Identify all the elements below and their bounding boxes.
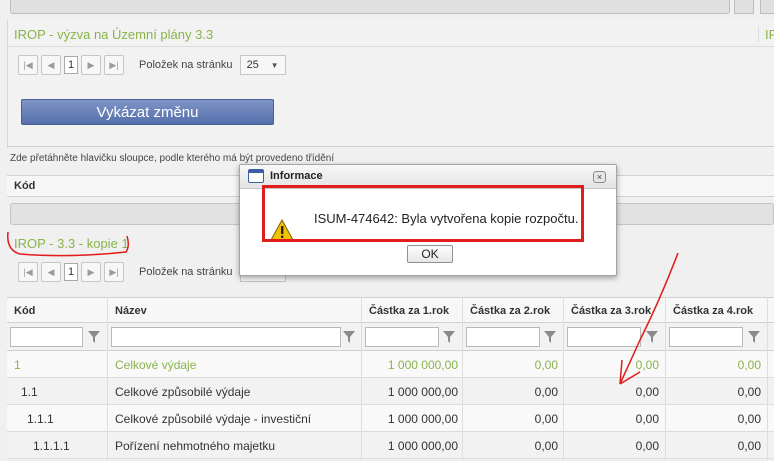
filter-funnel-icon[interactable] bbox=[747, 329, 761, 345]
last-page-button[interactable]: ▶| bbox=[104, 55, 124, 75]
col-header-rok3[interactable]: Částka za 3.rok bbox=[571, 305, 651, 317]
page-number[interactable]: 1 bbox=[64, 263, 78, 281]
cell-rok1: 1 000 000,00 bbox=[387, 439, 458, 453]
per-page-label: Položek na stránku bbox=[139, 59, 233, 71]
column-divider bbox=[361, 297, 362, 461]
cell-nazev: Celkové výdaje bbox=[115, 358, 197, 372]
prev-page-button[interactable]: ◀ bbox=[41, 262, 61, 282]
filter-funnel-icon[interactable] bbox=[442, 329, 456, 345]
column-divider bbox=[665, 297, 666, 461]
table-row[interactable]: 1.1.1 Celkové způsobilé výdaje - investi… bbox=[7, 405, 774, 432]
cell-kod: 1.1.1.1 bbox=[33, 439, 70, 453]
cell-rok2: 0,00 bbox=[534, 385, 558, 399]
cell-rok4: 0,00 bbox=[737, 439, 761, 453]
col-header-rok4[interactable]: Částka za 4.rok bbox=[673, 305, 753, 317]
per-page-value: 25 bbox=[246, 59, 259, 71]
filter-input-rok4[interactable] bbox=[669, 327, 743, 347]
cell-nazev: Pořízení nehmotného majetku bbox=[115, 439, 276, 453]
cell-nazev: Celkové způsobilé výdaje - investiční bbox=[115, 412, 312, 426]
close-icon[interactable]: × bbox=[593, 171, 606, 183]
section1-title-right: IF bbox=[758, 27, 774, 42]
filter-input-rok1[interactable] bbox=[365, 327, 439, 347]
filter-input-nazev[interactable] bbox=[111, 327, 341, 347]
filter-funnel-icon[interactable] bbox=[543, 329, 557, 345]
col-header-rok1[interactable]: Částka za 1.rok bbox=[369, 305, 449, 317]
next-page-button[interactable]: ▶ bbox=[81, 262, 101, 282]
report-change-button[interactable]: Vykázat změnu bbox=[21, 99, 274, 125]
table-row[interactable]: 1.1 Celkové způsobilé výdaje 1 000 000,0… bbox=[7, 378, 774, 405]
cell-rok3: 0,00 bbox=[635, 412, 659, 426]
filter-input-kod[interactable] bbox=[10, 327, 83, 347]
col-header-kod[interactable]: Kód bbox=[14, 305, 35, 317]
cell-kod: 1.1 bbox=[21, 385, 38, 399]
dialog-title: Informace bbox=[270, 170, 323, 182]
cell-rok2: 0,00 bbox=[534, 358, 558, 372]
cell-rok2: 0,00 bbox=[534, 439, 558, 453]
cell-rok4: 0,00 bbox=[737, 358, 761, 372]
column-divider bbox=[107, 297, 108, 461]
cell-nazev: Celkové způsobilé výdaje bbox=[115, 385, 251, 399]
annotation-highlight-box bbox=[262, 185, 584, 242]
filter-funnel-icon[interactable] bbox=[645, 329, 659, 345]
table-header: Kód Název Částka za 1.rok Částka za 2.ro… bbox=[7, 297, 774, 323]
page-number[interactable]: 1 bbox=[64, 56, 78, 74]
section1-title: IROP - výzva na Územní plány 3.3 bbox=[14, 27, 214, 42]
window-icon bbox=[248, 169, 264, 183]
group-column-kod[interactable]: Kód bbox=[14, 180, 35, 192]
ok-button[interactable]: OK bbox=[407, 245, 453, 263]
filter-input-rok2[interactable] bbox=[466, 327, 540, 347]
cell-rok2: 0,00 bbox=[534, 412, 558, 426]
column-divider bbox=[563, 297, 564, 461]
per-page-select[interactable]: 25 ▼ bbox=[239, 55, 286, 75]
cell-rok4: 0,00 bbox=[737, 385, 761, 399]
cell-rok4: 0,00 bbox=[737, 412, 761, 426]
top-filter-input[interactable] bbox=[10, 0, 730, 14]
cell-rok1: 1 000 000,00 bbox=[387, 385, 458, 399]
section-divider bbox=[7, 146, 774, 147]
col-header-nazev[interactable]: Název bbox=[115, 305, 147, 317]
prev-page-button[interactable]: ◀ bbox=[41, 55, 61, 75]
first-page-button[interactable]: |◀ bbox=[18, 55, 38, 75]
filter-funnel-icon[interactable] bbox=[87, 329, 101, 345]
next-page-button[interactable]: ▶ bbox=[81, 55, 101, 75]
cell-kod: 1.1.1 bbox=[27, 412, 54, 426]
filter-input-rok3[interactable] bbox=[567, 327, 641, 347]
table-row[interactable]: 1.1.1.1 Pořízení nehmotného majetku 1 00… bbox=[7, 432, 774, 459]
chevron-down-icon: ▼ bbox=[270, 60, 279, 70]
last-page-button[interactable]: ▶| bbox=[104, 262, 124, 282]
section2-title: IROP - 3.3 - kopie 1 bbox=[14, 236, 129, 251]
section1-pager: |◀ ◀ 1 ▶ ▶| Položek na stránku 25 ▼ bbox=[18, 54, 286, 76]
column-divider bbox=[462, 297, 463, 461]
filter-funnel-icon[interactable] bbox=[342, 329, 356, 345]
table-row[interactable]: 1 Celkové výdaje 1 000 000,00 0,00 0,00 … bbox=[7, 351, 774, 378]
group-drag-hint: Zde přetáhněte hlavičku sloupce, podle k… bbox=[10, 153, 335, 164]
cell-rok3: 0,00 bbox=[635, 439, 659, 453]
cell-rok3: 0,00 bbox=[635, 385, 659, 399]
table-filter-row bbox=[7, 323, 774, 351]
title-divider bbox=[7, 46, 774, 47]
top-filter-input-2[interactable] bbox=[760, 0, 774, 14]
column-divider bbox=[767, 297, 768, 461]
col-header-rok2[interactable]: Částka za 2.rok bbox=[470, 305, 550, 317]
top-filter-funnel-icon[interactable] bbox=[734, 0, 754, 14]
cell-rok3: 0,00 bbox=[635, 358, 659, 372]
cell-kod: 1 bbox=[14, 358, 21, 372]
per-page-label: Položek na stránku bbox=[139, 266, 233, 278]
cell-rok1: 1 000 000,00 bbox=[387, 358, 458, 372]
cell-rok1: 1 000 000,00 bbox=[387, 412, 458, 426]
first-page-button[interactable]: |◀ bbox=[18, 262, 38, 282]
